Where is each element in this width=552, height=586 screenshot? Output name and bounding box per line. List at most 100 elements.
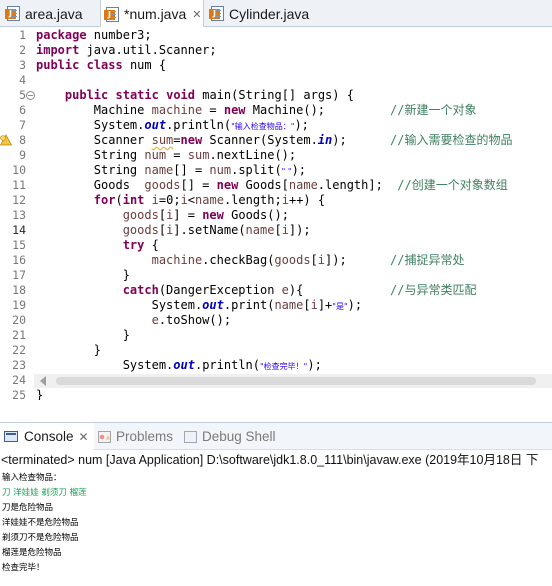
tab-area-java[interactable]: J area.java — [2, 0, 98, 27]
tab-problems[interactable]: Problems — [98, 423, 182, 450]
console-output-line: 洋娃娃不是危险物品 — [2, 518, 79, 528]
console-icon — [4, 431, 18, 442]
code-line[interactable]: } — [36, 268, 130, 283]
code-line[interactable]: System.out.println("输入检查物品："); — [36, 118, 309, 133]
console-output[interactable]: 输入检查物品： 刀 洋娃娃 剃须刀 榴莲 刀是危险物品 洋娃娃不是危险物品 剃须刀不是危… — [0, 470, 552, 586]
line-number: 21 — [12, 328, 26, 342]
fold-toggle-icon[interactable]: − — [26, 91, 35, 100]
code-token: out — [144, 118, 167, 132]
line-number: 1 — [19, 28, 26, 42]
code-token: num — [144, 148, 167, 162]
code-token: goods — [144, 178, 181, 192]
warning-icon[interactable] — [0, 134, 12, 146]
code-token: i — [151, 193, 159, 207]
code-line[interactable]: String num = sum.nextLine(); — [36, 148, 296, 163]
tab-cylinder-java[interactable]: J Cylinder.java — [206, 0, 316, 27]
code-line[interactable]: try { — [36, 238, 159, 253]
line-number: 6 — [19, 103, 26, 117]
line-number: 16 — [12, 253, 26, 267]
line-number: 9 — [19, 148, 26, 162]
code-token: .length]; — [317, 178, 398, 192]
code-line[interactable]: System.out.print(name[i]+"是"); — [36, 298, 362, 313]
scroll-left-arrow-icon[interactable] — [40, 376, 46, 386]
code-token: machine — [151, 103, 203, 117]
code-line[interactable]: } — [36, 388, 43, 400]
code-line[interactable]: } — [36, 328, 130, 343]
line-number: 17 — [12, 268, 26, 282]
console-output-line: 检查完毕！ — [2, 563, 45, 573]
close-icon[interactable]: ✕ — [192, 8, 201, 21]
code-token: Goods[ — [238, 178, 289, 192]
code-token: "检查完毕！" — [260, 362, 308, 371]
code-token: = — [173, 133, 181, 147]
code-token: ]); — [288, 223, 311, 237]
code-token: } — [36, 268, 130, 282]
code-line[interactable]: machine.checkBag(goods[i]); //捕捉异常处 — [36, 253, 465, 268]
console-output-line: 输入检查物品： — [2, 473, 62, 483]
code-line[interactable]: String name[] = num.split(" "); — [36, 163, 306, 178]
debug-shell-icon — [184, 430, 197, 443]
code-token: [] = — [173, 163, 210, 177]
code-token: .print( — [223, 298, 275, 312]
code-line[interactable]: Machine machine = new Machine(); //新建一个对… — [36, 103, 477, 118]
tab-num-java[interactable]: J *num.java ✕ — [100, 0, 204, 28]
code-token: import — [36, 43, 80, 57]
code-token: e — [281, 283, 289, 297]
code-line[interactable]: catch(DangerException e){ //与异常类匹配 — [36, 283, 477, 298]
code-token: ); — [307, 358, 322, 372]
tab-label: area.java — [25, 5, 83, 22]
code-line[interactable]: System.out.println("检查完毕！"); — [36, 358, 322, 373]
line-number: 5 — [19, 88, 26, 102]
code-line[interactable]: package number3; — [36, 28, 152, 43]
code-token: [ — [158, 223, 167, 237]
code-token: num { — [122, 58, 167, 72]
code-line[interactable]: public class num { — [36, 58, 166, 73]
code-line[interactable]: import java.util.Scanner; — [36, 43, 217, 58]
line-number: 12 — [12, 193, 26, 207]
code-token: System. — [36, 118, 145, 132]
line-number: 23 — [12, 358, 26, 372]
code-token: } — [36, 388, 44, 400]
code-token: name — [288, 178, 318, 192]
code-token: [ — [158, 208, 167, 222]
line-number: 2 — [19, 43, 26, 57]
line-number: 19 — [12, 298, 26, 312]
code-area[interactable]: package number3; import java.util.Scanner… — [36, 27, 552, 400]
scrollbar-thumb[interactable] — [56, 377, 536, 385]
code-token: machine — [151, 253, 203, 267]
code-token: } — [36, 343, 102, 357]
code-line[interactable]: for(int i=0;i<name.length;i++) { — [36, 193, 325, 208]
code-line[interactable]: goods[i].setName(name[i]); — [36, 223, 311, 238]
code-editor[interactable]: 1 2 3 4 5−6 7 8 9 10 11 12 13 14 15 16 17 18 19 20 21 22 23 24… — [0, 27, 552, 400]
code-line[interactable]: } — [36, 343, 101, 358]
line-number: 14 — [12, 223, 26, 237]
code-token: i — [317, 253, 326, 267]
code-token: =0; — [158, 193, 181, 207]
code-line[interactable]: Goods goods[] = new Goods[name.length]; … — [36, 178, 508, 193]
code-line[interactable]: goods[i] = new Goods(); — [36, 208, 289, 223]
code-token: ] = — [173, 208, 203, 222]
line-number: 18 — [12, 283, 26, 297]
code-line[interactable]: e.toShow(); — [36, 313, 231, 328]
code-token: [ — [310, 253, 318, 267]
code-token: i — [180, 193, 188, 207]
code-token: new — [216, 178, 239, 192]
code-token: goods — [122, 223, 159, 237]
code-token: .toShow(); — [158, 313, 232, 327]
code-line[interactable]: Scanner sum=new Scanner(System.in); //输入… — [36, 133, 513, 148]
tab-console[interactable]: Console ✕ — [0, 423, 94, 450]
line-number-gutter: 1 2 3 4 5−6 7 8 9 10 11 12 13 14 15 16 17 18 19 20 21 22 23 24… — [0, 27, 35, 400]
line-number: 8 — [19, 133, 26, 147]
code-line[interactable]: public static void main(String[] args) { — [36, 88, 354, 103]
code-token: ); — [347, 298, 363, 312]
code-token: "输入检查物品：" — [231, 122, 295, 131]
code-token: (DangerException — [158, 283, 282, 297]
close-icon[interactable]: ✕ — [79, 430, 89, 444]
code-token: java.util.Scanner; — [79, 43, 217, 57]
tab-debug-shell[interactable]: Debug Shell — [184, 423, 284, 450]
code-token: sum — [151, 133, 174, 147]
